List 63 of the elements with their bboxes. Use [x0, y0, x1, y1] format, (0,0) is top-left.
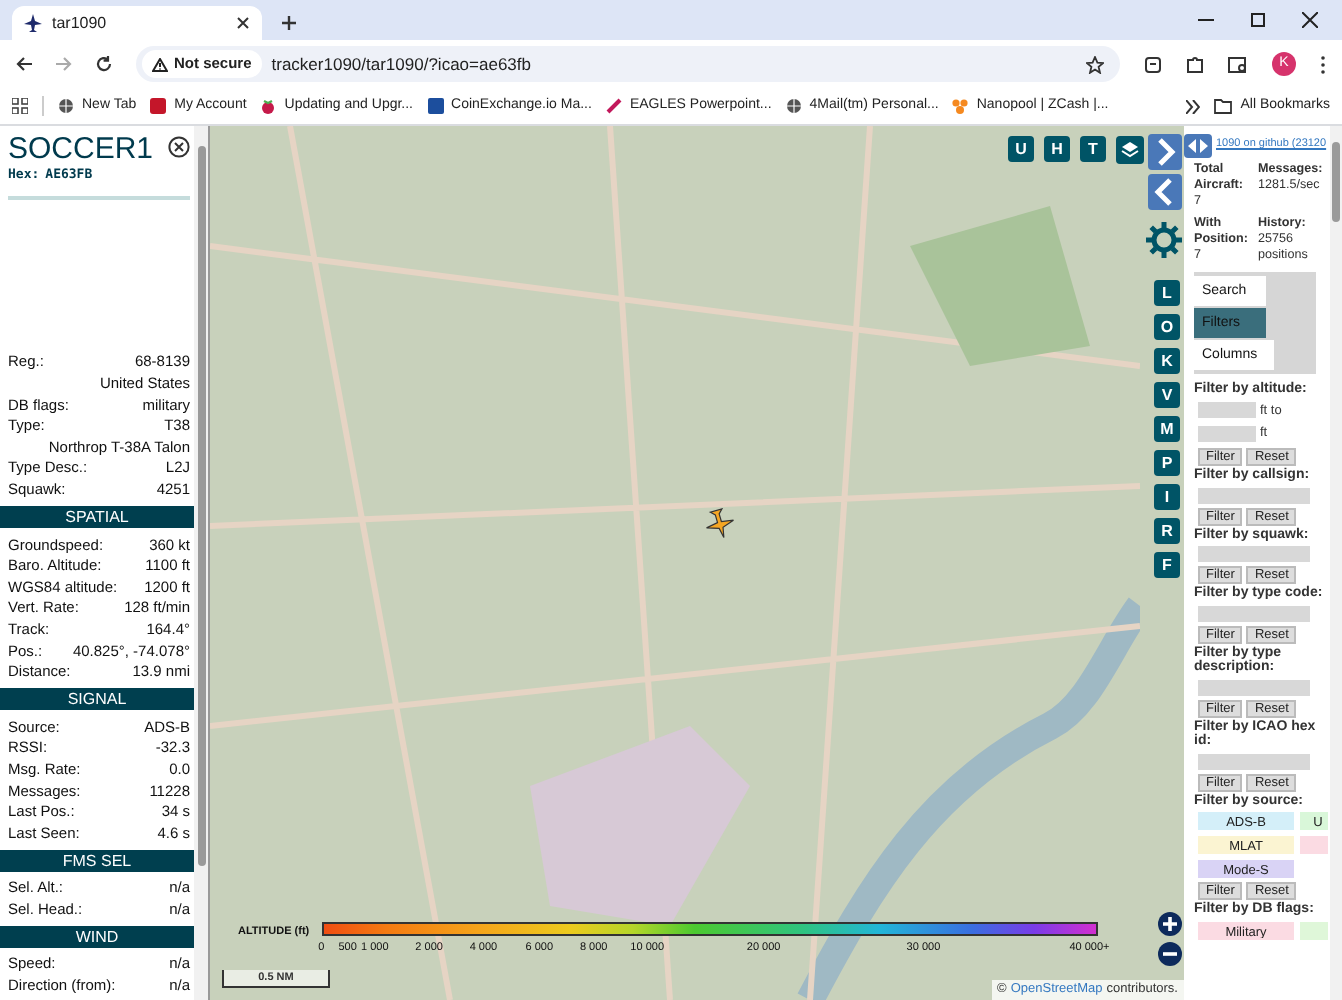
apps-grid-icon[interactable] [12, 98, 28, 114]
map-toggle-button[interactable]: U [1008, 136, 1034, 162]
square-icon [150, 98, 167, 114]
warning-icon [152, 57, 168, 71]
section-heading: SPATIAL [0, 505, 194, 528]
section-heading: SIGNAL [0, 688, 194, 711]
map-toggle-button[interactable]: R [1154, 518, 1180, 544]
section-heading: WIND [0, 925, 194, 948]
globe-icon [58, 98, 74, 114]
map-toggle-button[interactable]: L [1154, 280, 1180, 306]
input-field[interactable] [1198, 426, 1256, 443]
scrollbar-thumb[interactable] [1332, 142, 1340, 222]
tab-title: tar1090 [52, 11, 109, 35]
layers-icon[interactable] [1116, 136, 1144, 164]
close-icon[interactable] [1302, 12, 1318, 28]
map-toggle-button[interactable]: H [1044, 136, 1070, 162]
back-icon[interactable] [16, 56, 32, 72]
star-icon[interactable] [1086, 55, 1104, 73]
collapse-chevron-icon[interactable] [1148, 174, 1182, 210]
aircraft-icon [704, 508, 736, 540]
section-heading: FMS SEL [0, 849, 194, 872]
url-text: tracker1090/tar1090/?icao=ae63fb [271, 51, 533, 77]
zoom-in-icon[interactable] [1158, 912, 1182, 936]
scrollbar-thumb[interactable] [197, 146, 205, 866]
browser-tab[interactable]: tar1090 [12, 6, 262, 40]
reload-icon[interactable] [96, 56, 112, 72]
new-tab-icon[interactable] [280, 14, 298, 32]
close-icon[interactable] [236, 16, 250, 30]
input-field[interactable] [1198, 605, 1310, 621]
aircraft-callsign: SOCCER1 [8, 132, 154, 166]
input-field[interactable] [1198, 487, 1310, 503]
scrollbar[interactable] [1330, 126, 1342, 1000]
globe-icon [785, 98, 802, 114]
menu-icon[interactable] [1320, 55, 1326, 73]
plane-icon [24, 14, 42, 32]
map-toggle-button[interactable]: F [1154, 552, 1180, 578]
maximize-icon[interactable] [1250, 12, 1266, 28]
input-field[interactable] [1198, 753, 1310, 769]
map-toggle-button[interactable]: P [1154, 450, 1180, 476]
paw-icon [952, 98, 969, 114]
input-field[interactable] [1198, 402, 1256, 419]
close-icon[interactable] [168, 136, 190, 158]
settings-icon[interactable] [1144, 220, 1184, 260]
search-tabs-icon[interactable] [1228, 55, 1248, 73]
map-toggle-button[interactable]: T [1080, 136, 1106, 162]
scrollbar[interactable] [194, 126, 208, 1000]
input-field[interactable] [1198, 546, 1310, 562]
raspberry-icon [260, 98, 277, 114]
zoom-out-icon[interactable] [1158, 942, 1182, 966]
map-toggle-button[interactable]: O [1154, 314, 1180, 340]
puzzle-icon[interactable] [1186, 55, 1204, 73]
chevrons-icon[interactable] [1186, 99, 1201, 113]
map-toggle-button[interactable]: I [1154, 484, 1180, 510]
map-toggle-button[interactable]: V [1154, 382, 1180, 408]
split-arrows-icon[interactable] [1184, 133, 1212, 157]
folder-icon [1214, 98, 1233, 114]
map-toggle-button[interactable]: K [1154, 348, 1180, 374]
map-toggle-button[interactable]: M [1154, 416, 1180, 442]
extension-icon[interactable] [1144, 55, 1162, 73]
pen-icon [605, 98, 622, 114]
square-icon [427, 98, 444, 114]
input-field[interactable] [1198, 679, 1310, 695]
expand-chevron-icon[interactable] [1148, 134, 1182, 170]
